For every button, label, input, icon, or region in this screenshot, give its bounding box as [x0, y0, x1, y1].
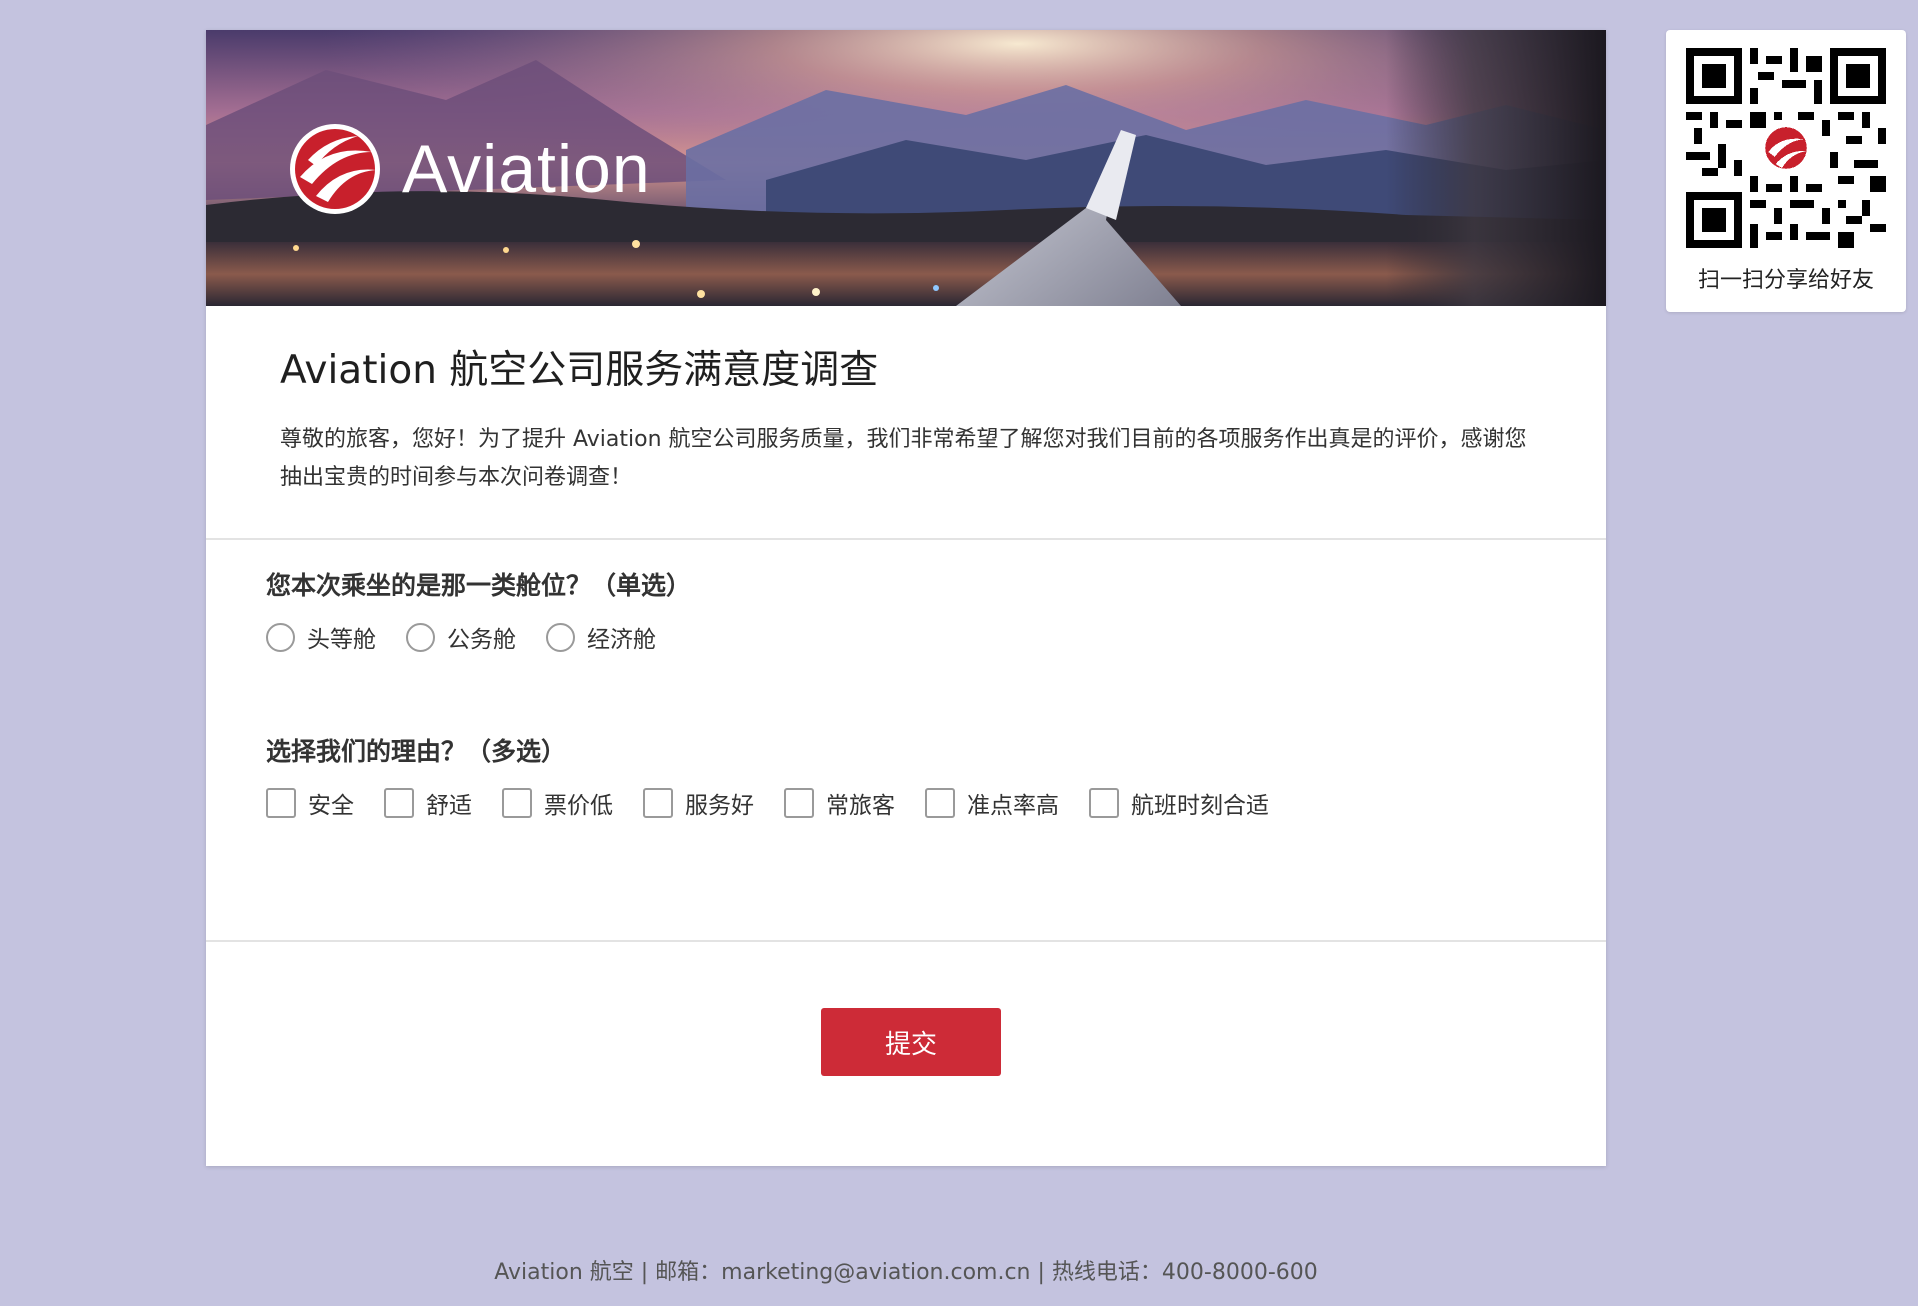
radio-option-economy-class[interactable]: 经济舱 — [546, 620, 656, 654]
question-cabin-class: 您本次乘坐的是那一类舱位？（单选） 头等舱 公务舱 经济舱 — [266, 566, 691, 654]
checkbox-option-safety[interactable]: 安全 — [266, 786, 354, 820]
survey-card: Aviation Aviation 航空公司服务满意度调查 尊敬的旅客，您好！为… — [206, 30, 1606, 1166]
checkbox[interactable] — [1089, 788, 1119, 818]
option-label: 常旅客 — [826, 793, 895, 819]
brand: Aviation — [288, 122, 651, 216]
checkbox[interactable] — [266, 788, 296, 818]
checkbox[interactable] — [643, 788, 673, 818]
footer: Aviation 航空 | 邮箱：marketing@aviation.com.… — [494, 1260, 1318, 1285]
qr-code-icon[interactable] — [1686, 48, 1886, 248]
checkbox-option-low-price[interactable]: 票价低 — [502, 786, 613, 820]
radio-group: 头等舱 公务舱 经济舱 — [266, 620, 691, 654]
checkbox[interactable] — [925, 788, 955, 818]
option-label: 票价低 — [544, 793, 613, 819]
question-reasons: 选择我们的理由？（多选） 安全 舒适 票价低 服务好 常旅客 准点率高 航班时刻… — [266, 732, 1299, 820]
checkbox-option-frequent-flyer[interactable]: 常旅客 — [784, 786, 895, 820]
checkbox[interactable] — [784, 788, 814, 818]
option-label: 头等舱 — [307, 627, 376, 653]
option-label: 公务舱 — [447, 627, 516, 653]
checkbox-group: 安全 舒适 票价低 服务好 常旅客 准点率高 航班时刻合适 — [266, 786, 1299, 820]
radio-option-first-class[interactable]: 头等舱 — [266, 620, 376, 654]
survey-intro: Aviation 航空公司服务满意度调查 尊敬的旅客，您好！为了提升 Aviat… — [280, 348, 1540, 497]
question-title: 您本次乘坐的是那一类舱位？（单选） — [266, 571, 692, 600]
checkbox-option-good-service[interactable]: 服务好 — [643, 786, 754, 820]
radio-option-business-class[interactable]: 公务舱 — [406, 620, 516, 654]
brand-name: Aviation — [402, 131, 651, 207]
question-title: 选择我们的理由？（多选） — [266, 737, 567, 766]
header-banner: Aviation — [206, 30, 1606, 306]
checkbox-option-punctuality[interactable]: 准点率高 — [925, 786, 1059, 820]
submit-button[interactable]: 提交 — [821, 1008, 1001, 1076]
checkbox[interactable] — [384, 788, 414, 818]
qr-caption: 扫一扫分享给好友 — [1697, 268, 1874, 293]
checkbox-option-flight-times[interactable]: 航班时刻合适 — [1089, 786, 1269, 820]
option-label: 航班时刻合适 — [1131, 793, 1269, 819]
page-title: Aviation 航空公司服务满意度调查 — [280, 348, 879, 393]
checkbox-option-comfort[interactable]: 舒适 — [384, 786, 472, 820]
radio-button[interactable] — [266, 622, 295, 652]
checkbox[interactable] — [502, 788, 532, 818]
option-label: 经济舱 — [587, 627, 656, 653]
option-label: 安全 — [308, 793, 354, 819]
aviation-logo-icon — [290, 124, 380, 214]
option-label: 准点率高 — [967, 793, 1059, 819]
option-label: 舒适 — [426, 793, 472, 819]
share-qr-panel: 扫一扫分享给好友 — [1666, 30, 1906, 312]
divider — [206, 538, 1606, 540]
radio-button[interactable] — [546, 622, 575, 652]
survey-description: 尊敬的旅客，您好！为了提升 Aviation 航空公司服务质量，我们非常希望了解… — [280, 426, 1527, 490]
option-label: 服务好 — [685, 793, 754, 819]
radio-button[interactable] — [406, 622, 435, 652]
divider — [206, 940, 1606, 942]
